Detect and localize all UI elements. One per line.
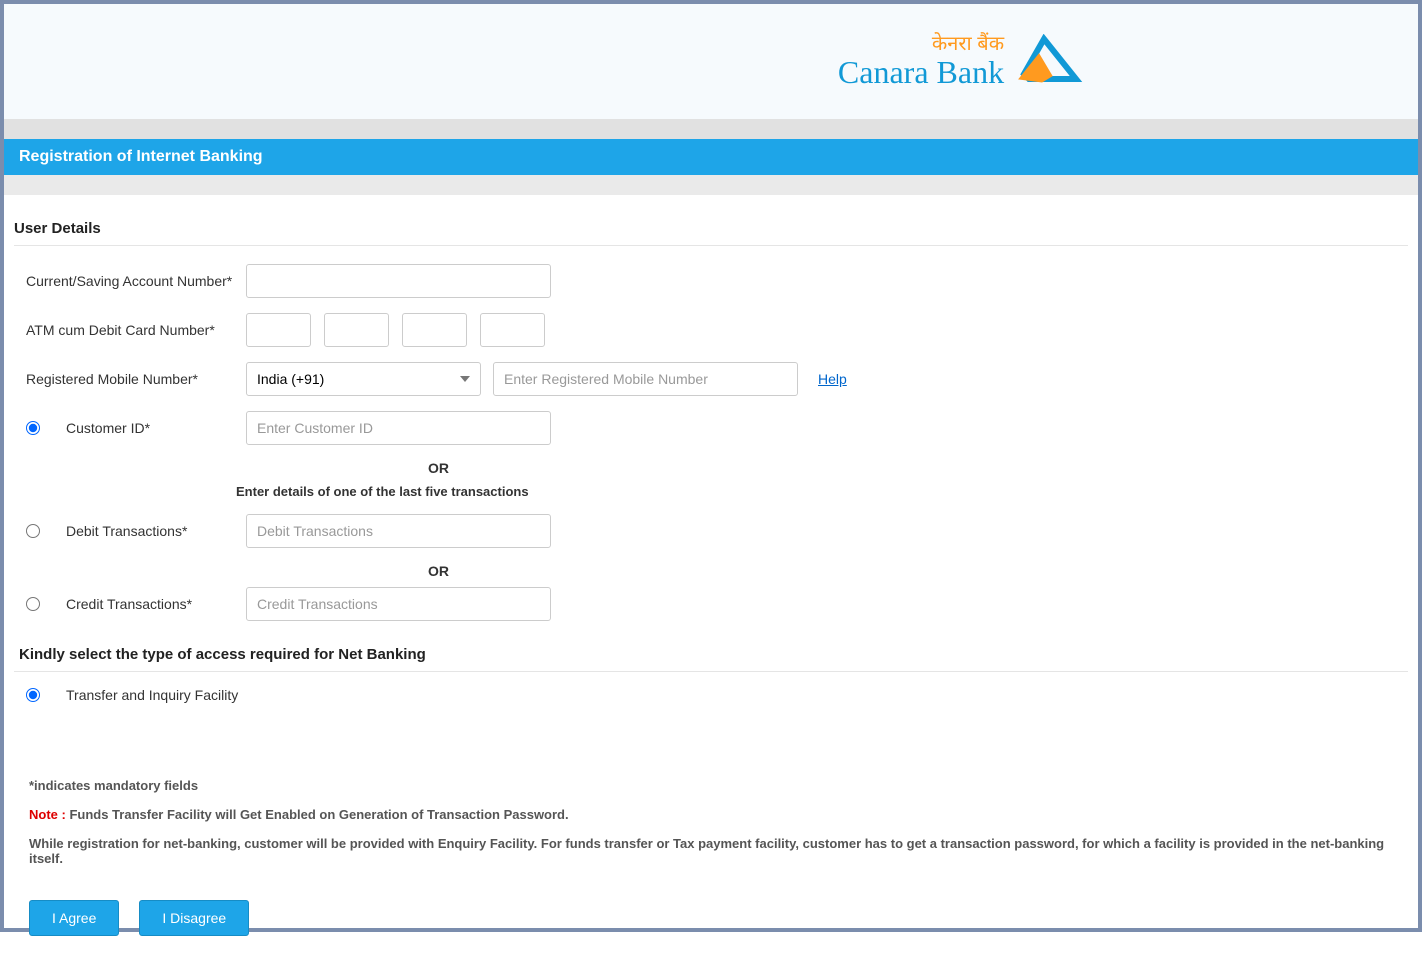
or-text-2: OR xyxy=(286,563,591,579)
country-code-value: India (+91) xyxy=(257,371,324,387)
atm-card-input-1[interactable] xyxy=(246,313,311,347)
logo-english-text: Canara Bank xyxy=(838,55,1004,90)
debit-transactions-radio[interactable] xyxy=(26,524,40,538)
atm-card-input-4[interactable] xyxy=(480,313,545,347)
debit-transactions-input[interactable] xyxy=(246,514,551,548)
logo-icon xyxy=(1014,34,1084,89)
page-title-bar: Registration of Internet Banking xyxy=(4,139,1418,175)
logo-hindi-text: केनरा बैंक xyxy=(838,33,1004,55)
transaction-instruction: Enter details of one of the last five tr… xyxy=(14,484,1408,499)
debit-transactions-label: Debit Transactions* xyxy=(66,523,246,539)
help-link[interactable]: Help xyxy=(818,371,847,387)
mandatory-fields-note: *indicates mandatory fields xyxy=(29,778,1393,793)
disclaimer-text: While registration for net-banking, cust… xyxy=(29,836,1393,866)
atm-card-label: ATM cum Debit Card Number* xyxy=(26,322,246,338)
credit-transactions-label: Credit Transactions* xyxy=(66,596,246,612)
mobile-number-input[interactable] xyxy=(493,362,798,396)
divider-bar xyxy=(4,119,1418,139)
or-text-1: OR xyxy=(286,460,591,476)
note-text: Funds Transfer Facility will Get Enabled… xyxy=(69,807,568,822)
mobile-label: Registered Mobile Number* xyxy=(26,371,246,387)
access-type-heading: Kindly select the type of access require… xyxy=(14,646,1408,672)
divider-bar-2 xyxy=(4,175,1418,195)
customer-id-label: Customer ID* xyxy=(66,420,246,436)
customer-id-radio[interactable] xyxy=(26,421,40,435)
account-number-label: Current/Saving Account Number* xyxy=(26,273,246,289)
bank-logo: केनरा बैंक Canara Bank xyxy=(838,33,1084,90)
transfer-inquiry-label: Transfer and Inquiry Facility xyxy=(66,687,238,703)
user-details-heading: User Details xyxy=(14,220,1408,246)
disagree-button[interactable]: I Disagree xyxy=(139,900,249,936)
credit-transactions-input[interactable] xyxy=(246,587,551,621)
header: केनरा बैंक Canara Bank xyxy=(4,4,1418,119)
atm-card-input-3[interactable] xyxy=(402,313,467,347)
account-number-input[interactable] xyxy=(246,264,551,298)
credit-transactions-radio[interactable] xyxy=(26,597,40,611)
transfer-inquiry-radio[interactable] xyxy=(26,688,40,702)
customer-id-input[interactable] xyxy=(246,411,551,445)
chevron-down-icon xyxy=(460,376,470,382)
page-title: Registration of Internet Banking xyxy=(19,148,263,165)
atm-card-input-2[interactable] xyxy=(324,313,389,347)
country-code-select[interactable]: India (+91) xyxy=(246,362,481,396)
agree-button[interactable]: I Agree xyxy=(29,900,119,936)
note-label: Note : xyxy=(29,807,69,822)
